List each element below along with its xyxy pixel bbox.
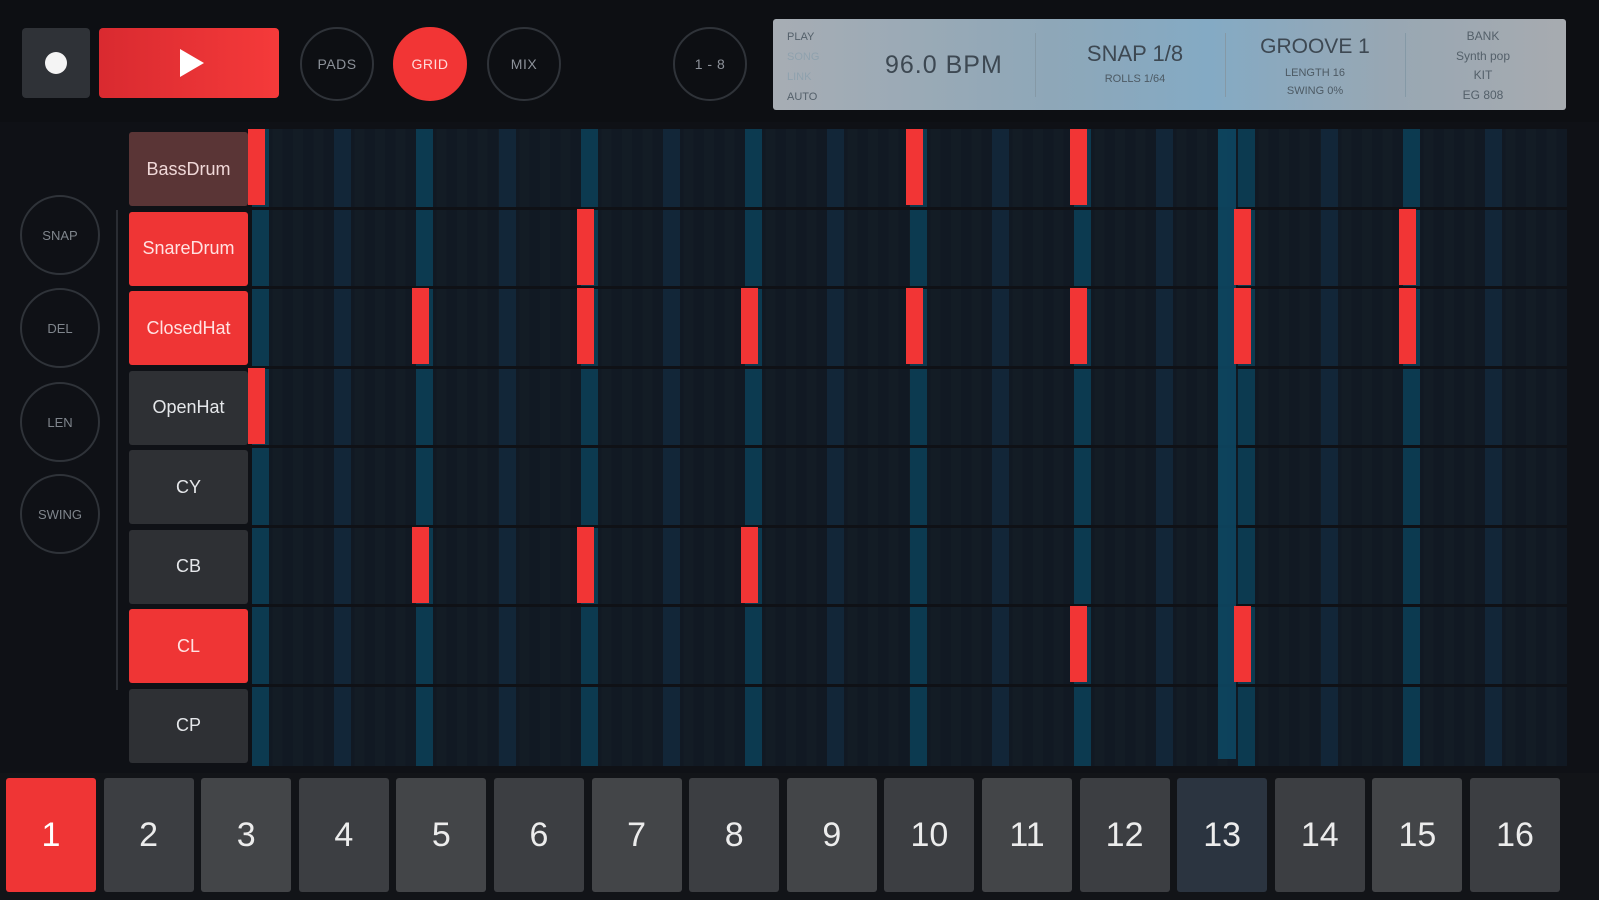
display-divider <box>1405 33 1406 97</box>
groove-readout[interactable]: GROOVE 1 <box>1225 35 1405 59</box>
play-button[interactable] <box>99 28 279 98</box>
grid-note[interactable] <box>1070 606 1087 682</box>
mode-flags: PLAY SONG LINK AUTO <box>787 27 819 107</box>
bank-kit-readout[interactable]: BANK Synth pop KIT EG 808 <box>1413 27 1553 105</box>
instrument-cb[interactable]: CB <box>129 529 248 604</box>
pad-range-button[interactable]: 1 - 8 <box>673 27 747 101</box>
flag-song: SONG <box>787 51 820 63</box>
flag-link: LINK <box>787 71 812 83</box>
instrument-bassdrum[interactable]: BassDrum <box>129 132 248 206</box>
grid-row-separator <box>252 206 1567 210</box>
grid-note[interactable] <box>905 288 923 364</box>
step-button-16[interactable]: 16 <box>1470 778 1560 892</box>
swing-tool-button[interactable]: SWING <box>20 474 100 554</box>
grid-note[interactable] <box>1398 208 1416 285</box>
delete-tool-button[interactable]: DEL <box>20 288 100 368</box>
play-icon <box>180 49 204 77</box>
step-grid[interactable] <box>248 129 1568 766</box>
kit-label: KIT <box>1473 68 1493 82</box>
grid-note[interactable] <box>1234 606 1252 682</box>
step-button-11[interactable]: 11 <box>982 778 1072 892</box>
grid-row-separator <box>252 445 1567 448</box>
grid-note[interactable] <box>1070 129 1087 205</box>
instrument-snaredrum[interactable]: SnareDrum <box>129 211 248 286</box>
step-button-13[interactable]: 13 <box>1177 778 1268 892</box>
grid-note[interactable] <box>1398 288 1416 364</box>
grid-note[interactable] <box>248 129 265 205</box>
step-button-15[interactable]: 15 <box>1372 778 1463 892</box>
step-button-14[interactable]: 14 <box>1274 778 1365 892</box>
instrument-closedhat[interactable]: ClosedHat <box>129 291 248 365</box>
groove-details: LENGTH 16 SWING 0% <box>1225 64 1405 100</box>
grid-note[interactable] <box>576 208 594 285</box>
snap-readout[interactable]: SNAP 1/8 <box>1045 41 1225 67</box>
grid-note[interactable] <box>576 526 594 603</box>
top-bar: PADS GRID MIX 1 - 8 PLAY SONG LINK AUTO … <box>0 0 1599 122</box>
step-button-10[interactable]: 10 <box>884 778 975 892</box>
status-display[interactable]: PLAY SONG LINK AUTO 96.0 BPM SNAP 1/8 RO… <box>773 19 1566 110</box>
kit-value: EG 808 <box>1462 87 1504 102</box>
mode-grid-button[interactable]: GRID <box>393 27 467 101</box>
grid-note[interactable] <box>1234 208 1252 285</box>
record-icon <box>45 52 67 74</box>
grid-row-separator <box>252 604 1567 607</box>
step-button-12[interactable]: 12 <box>1079 778 1170 892</box>
display-divider <box>1035 33 1036 97</box>
instrument-cp[interactable]: CP <box>129 688 248 763</box>
grid-note[interactable] <box>248 367 265 444</box>
record-button[interactable] <box>22 28 90 98</box>
rolls-readout: ROLLS 1/64 <box>1104 73 1166 85</box>
step-button-3[interactable]: 3 <box>201 778 292 892</box>
instrument-openhat[interactable]: OpenHat <box>129 370 248 445</box>
step-button-6[interactable]: 6 <box>494 778 584 892</box>
step-buttons: 1 2 3 4 5 6 7 8 9 10 11 12 13 14 15 16 <box>0 773 1599 900</box>
divider <box>116 210 118 690</box>
grid-note[interactable] <box>1070 288 1087 364</box>
grid-note[interactable] <box>1234 288 1252 364</box>
grid-note[interactable] <box>741 526 759 603</box>
length-tool-button[interactable]: LEN <box>20 382 100 462</box>
grid-note[interactable] <box>412 526 430 603</box>
step-button-7[interactable]: 7 <box>591 778 682 892</box>
step-button-1[interactable]: 1 <box>6 778 96 892</box>
snap-tool-button[interactable]: SNAP <box>20 195 100 275</box>
mode-mix-button[interactable]: MIX <box>487 27 561 101</box>
step-button-2[interactable]: 2 <box>103 778 194 892</box>
mode-pads-button[interactable]: PADS <box>300 27 374 101</box>
bpm-readout[interactable]: 96.0 BPM <box>885 51 1003 80</box>
bank-value: Synth pop <box>1455 48 1511 63</box>
swing-readout: SWING 0% <box>1286 85 1344 97</box>
step-button-8[interactable]: 8 <box>689 778 780 892</box>
step-button-4[interactable]: 4 <box>298 778 389 892</box>
grid-note[interactable] <box>741 288 759 364</box>
flag-play: PLAY <box>787 31 815 43</box>
flag-auto: AUTO <box>787 91 818 103</box>
grid-note[interactable] <box>412 288 430 364</box>
length-readout: LENGTH 16 <box>1285 67 1345 79</box>
step-button-9[interactable]: 9 <box>786 778 877 892</box>
grid-note[interactable] <box>576 288 594 364</box>
grid-row-separator <box>252 683 1567 687</box>
step-button-5[interactable]: 5 <box>396 778 487 892</box>
bank-label: BANK <box>1466 29 1500 43</box>
instrument-cy[interactable]: CY <box>129 450 248 524</box>
instrument-cl[interactable]: CL <box>129 609 248 683</box>
grid-row-separator <box>252 365 1567 369</box>
grid-note[interactable] <box>905 129 923 205</box>
grid-row-separator <box>252 524 1567 528</box>
